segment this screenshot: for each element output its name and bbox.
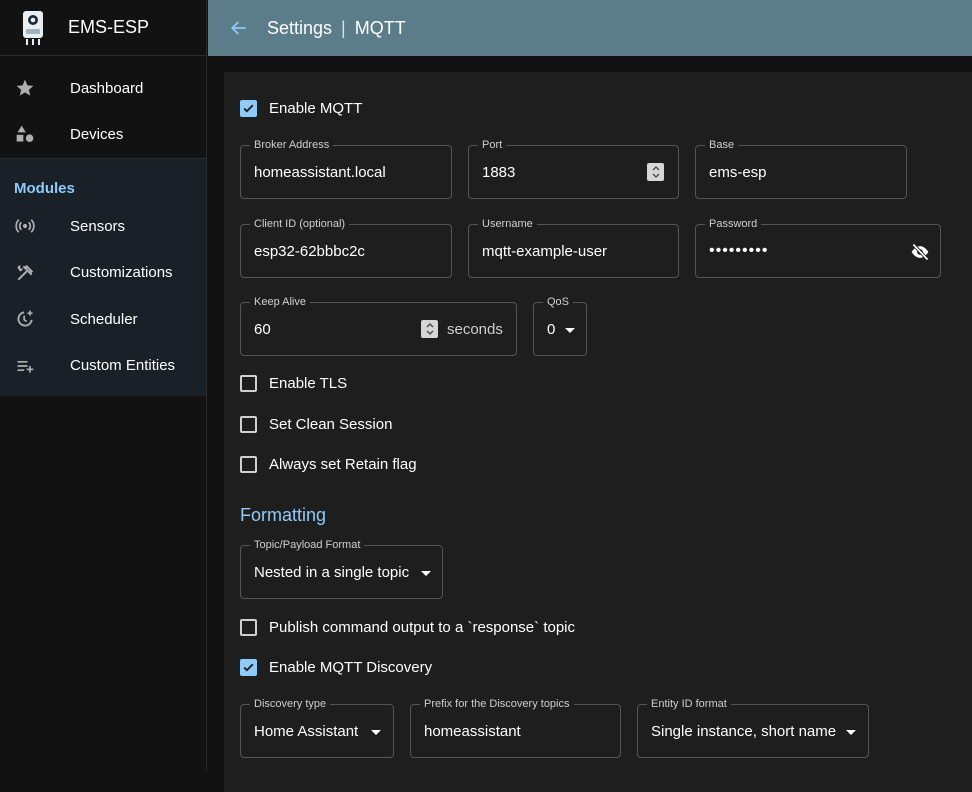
checkbox-unchecked-icon (240, 416, 257, 433)
page-title: Settings | MQTT (267, 18, 406, 39)
discovery-prefix-field[interactable]: Prefix for the Discovery topics homeassi… (410, 697, 621, 758)
client-id-field[interactable]: Client ID (optional) esp32-62bbbc2c (240, 217, 452, 278)
breadcrumb-page: MQTT (354, 17, 406, 38)
spinner-icon[interactable] (421, 320, 438, 338)
nav-item-customizations[interactable]: Customizations (0, 250, 206, 297)
modules-header: Modules (14, 180, 75, 197)
field-label: Entity ID format (647, 697, 731, 711)
modules-nav: Modules Sensors Customizations Scheduler… (0, 159, 206, 396)
app-title: EMS-ESP (68, 17, 150, 37)
main-nav: Dashboard Devices (0, 56, 206, 159)
field-label: Topic/Payload Format (250, 538, 365, 552)
ems-esp-logo-icon (20, 9, 46, 47)
field-label: QoS (543, 295, 574, 309)
username-field[interactable]: Username mqtt-example-user (468, 217, 679, 278)
nav-item-scheduler[interactable]: Scheduler (0, 296, 206, 343)
scheduler-icon (15, 309, 35, 329)
clean-session-checkbox[interactable]: Set Clean Session (240, 416, 392, 433)
checkbox-unchecked-icon (240, 619, 257, 636)
retain-flag-checkbox[interactable]: Always set Retain flag (240, 456, 417, 473)
nav-label: Dashboard (70, 79, 144, 97)
back-arrow-icon[interactable] (230, 18, 250, 38)
sensors-icon (15, 216, 35, 236)
keep-alive-unit: seconds (447, 321, 503, 338)
publish-response-checkbox[interactable]: Publish command output to a `response` t… (240, 619, 575, 636)
nav-item-devices[interactable]: Devices (0, 111, 206, 157)
checkbox-unchecked-icon (240, 456, 257, 473)
mqtt-discovery-checkbox[interactable]: Enable MQTT Discovery (240, 659, 432, 676)
checkbox-checked-icon (240, 659, 257, 676)
field-label: Prefix for the Discovery topics (420, 697, 574, 711)
playlist-add-icon (15, 356, 35, 376)
field-label: Port (478, 138, 507, 152)
spinner-icon[interactable] (647, 163, 664, 181)
entity-id-format-select[interactable]: Entity ID format Single instance, short … (637, 697, 869, 758)
checkbox-label: Publish command output to a `response` t… (269, 619, 575, 636)
checkbox-label: Always set Retain flag (269, 456, 417, 473)
field-value: homeassistant (424, 722, 521, 740)
field-label: Base (705, 138, 739, 152)
dropdown-arrow-icon (421, 571, 431, 576)
broker-address-field[interactable]: Broker Address homeassistant.local (240, 138, 452, 199)
field-value: 60 (254, 320, 271, 338)
field-value: Nested in a single topic (254, 563, 410, 581)
password-field[interactable]: Password ••••••••• (695, 217, 941, 278)
field-value: ems-esp (709, 163, 767, 181)
brand: EMS-ESP (0, 0, 206, 56)
nav-label: Custom Entities (70, 357, 176, 375)
enable-tls-checkbox[interactable]: Enable TLS (240, 375, 347, 392)
sidebar: EMS-ESP Dashboard Devices Modules Sensor… (0, 0, 207, 770)
app-bar: Settings | MQTT (208, 0, 972, 56)
field-value: Single instance, short name (651, 722, 837, 740)
checkbox-unchecked-icon (240, 375, 257, 392)
shapes-icon (15, 124, 35, 144)
nav-label: Devices (70, 125, 124, 143)
field-label: Keep Alive (250, 295, 310, 309)
nav-item-sensors[interactable]: Sensors (0, 203, 206, 250)
dropdown-arrow-icon (565, 328, 575, 333)
tools-icon (15, 263, 35, 283)
formatting-heading: Formatting (240, 505, 327, 525)
field-value: esp32-62bbbc2c (254, 242, 365, 260)
enable-mqtt-checkbox[interactable]: Enable MQTT (240, 100, 362, 117)
visibility-off-icon[interactable] (909, 242, 931, 266)
checkbox-label: Enable TLS (269, 375, 348, 392)
field-value: homeassistant.local (254, 163, 386, 181)
field-label: Discovery type (250, 697, 331, 711)
field-value: 1883 (482, 163, 516, 181)
dropdown-arrow-icon (371, 730, 381, 735)
breadcrumb-section: Settings (267, 17, 333, 38)
checkbox-label: Enable MQTT Discovery (269, 659, 433, 676)
field-label: Password (705, 217, 762, 231)
topic-format-select[interactable]: Topic/Payload Format Nested in a single … (240, 538, 443, 599)
base-field[interactable]: Base ems-esp (695, 138, 907, 199)
field-value: 0 (547, 320, 556, 338)
checkbox-label: Enable MQTT (269, 100, 363, 117)
checkbox-label: Set Clean Session (269, 416, 393, 433)
dropdown-arrow-icon (846, 730, 856, 735)
field-label: Username (478, 217, 537, 231)
nav-label: Sensors (70, 217, 126, 235)
breadcrumb-separator: | (341, 17, 346, 38)
nav-item-dashboard[interactable]: Dashboard (0, 65, 206, 111)
qos-select[interactable]: QoS 0 (533, 295, 587, 356)
checkbox-checked-icon (240, 100, 257, 117)
keep-alive-field[interactable]: Keep Alive 60 seconds (240, 295, 517, 356)
field-label: Broker Address (250, 138, 334, 152)
field-label: Client ID (optional) (250, 217, 350, 231)
star-icon (15, 78, 35, 98)
discovery-type-select[interactable]: Discovery type Home Assistant (240, 697, 394, 758)
port-field[interactable]: Port 1883 (468, 138, 679, 199)
field-value: mqtt-example-user (482, 242, 608, 260)
field-value: ••••••••• (709, 242, 769, 259)
field-value: Home Assistant (254, 722, 359, 740)
nav-label: Customizations (70, 264, 173, 282)
nav-label: Scheduler (70, 310, 138, 328)
nav-item-custom-entities[interactable]: Custom Entities (0, 343, 206, 390)
